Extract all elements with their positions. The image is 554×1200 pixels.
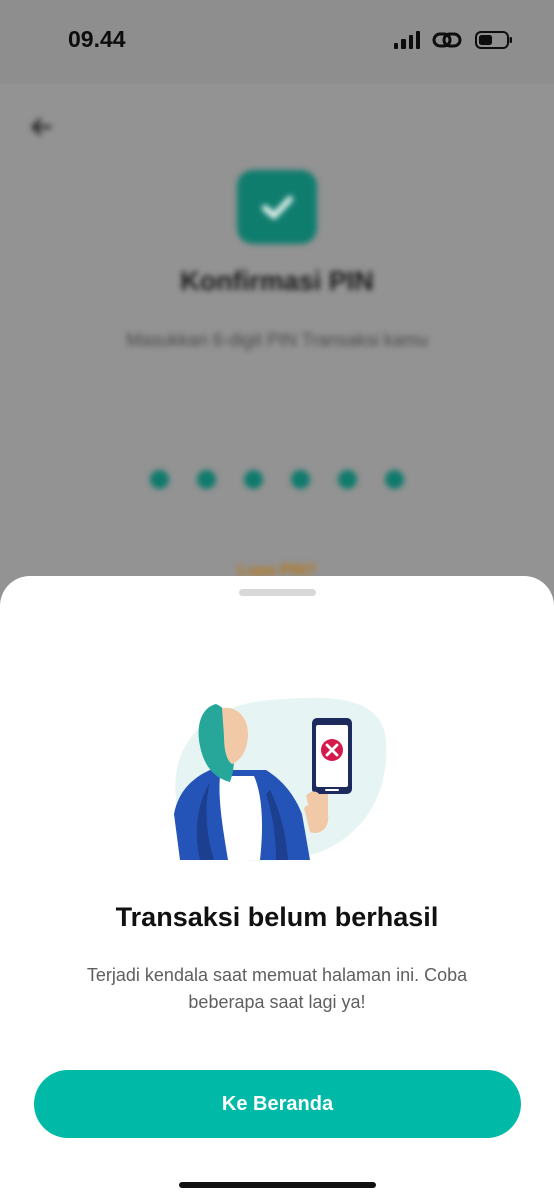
error-bottom-sheet: Transaksi belum berhasil Terjadi kendala… <box>0 576 554 1200</box>
drag-handle[interactable] <box>239 589 316 596</box>
check-icon <box>262 196 293 219</box>
page-subtitle: Masukkan 6-digit PIN Transaksi kamu <box>125 330 429 350</box>
pin-entry-dots[interactable] <box>150 470 410 490</box>
status-bar: 09.44 <box>0 0 554 84</box>
pin-badge <box>237 170 317 244</box>
pin-dot <box>244 470 263 489</box>
pin-dot <box>291 470 310 489</box>
pin-dot <box>338 470 357 489</box>
failed-transaction-illustration <box>174 697 387 861</box>
pin-dot <box>197 470 216 489</box>
home-indicator[interactable] <box>179 1182 376 1188</box>
status-time: 09.44 <box>68 26 126 52</box>
battery-icon <box>475 31 512 49</box>
pin-dot <box>385 470 404 489</box>
pin-dot <box>150 470 169 489</box>
app-screen: 09.44 Konfirmasi PIN Masukkan 6-digit PI… <box>0 0 554 1200</box>
cellular-signal-icon <box>394 31 420 49</box>
status-icons <box>394 30 514 50</box>
link-icon <box>432 32 462 48</box>
error-title: Transaksi belum berhasil <box>115 902 439 932</box>
back-arrow-icon[interactable] <box>28 114 54 140</box>
go-home-button[interactable]: Ke Beranda <box>34 1070 521 1138</box>
pin-confirmation-screen: Konfirmasi PIN Masukkan 6-digit PIN Tran… <box>0 84 554 624</box>
error-message: Terjadi kendala saat memuat halaman ini.… <box>86 965 468 1012</box>
page-title: Konfirmasi PIN <box>180 266 374 296</box>
